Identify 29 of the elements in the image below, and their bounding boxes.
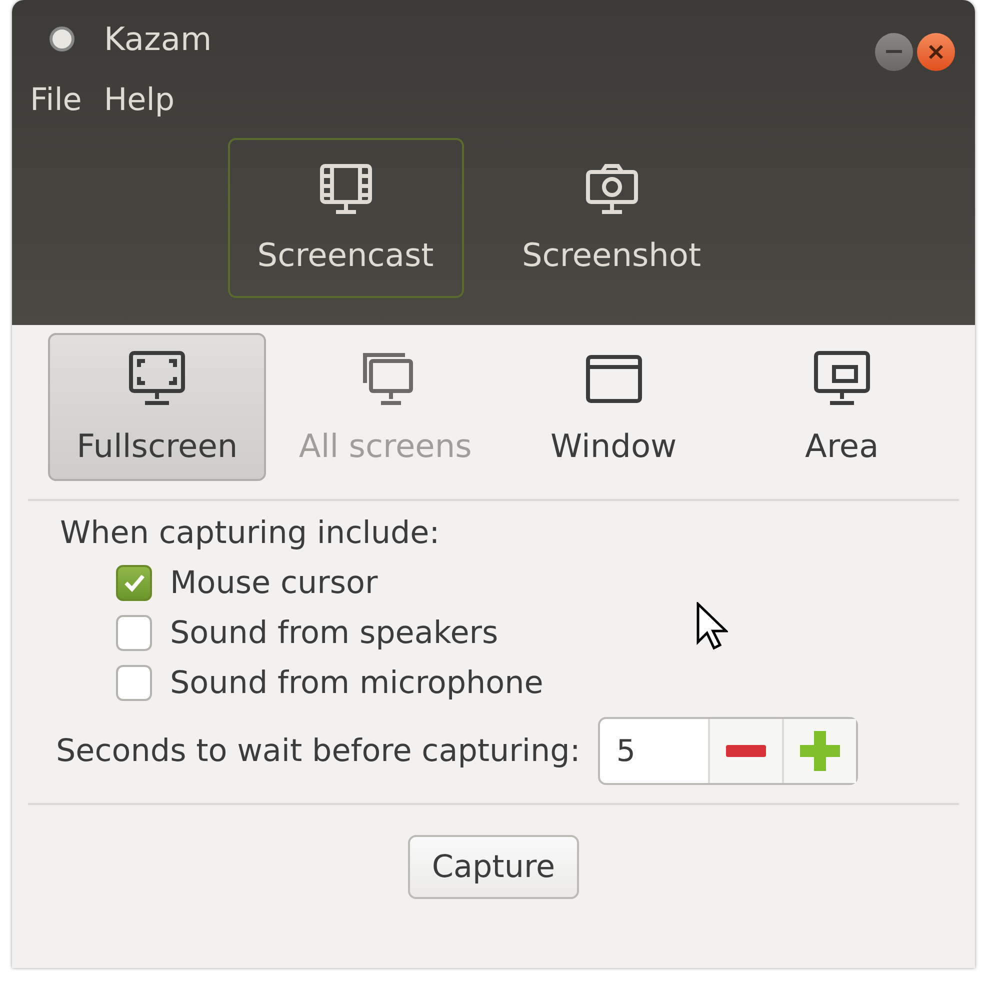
checkbox-label: Mouse cursor	[170, 565, 378, 601]
minimize-button[interactable]	[875, 33, 913, 71]
checkbox-label: Sound from microphone	[170, 665, 544, 701]
capture-button[interactable]: Capture	[408, 835, 580, 899]
delay-input-field[interactable]: 5	[600, 719, 708, 783]
menu-item[interactable]: Help	[104, 82, 175, 118]
close-button[interactable]	[917, 33, 955, 71]
mode-tab[interactable]: Screenshot	[494, 138, 730, 298]
checkbox[interactable]	[116, 665, 152, 701]
mouse-pointer-icon	[696, 602, 728, 652]
delay-label: Seconds to wait before capturing:	[56, 733, 580, 769]
delay-spin-field[interactable]: 5	[598, 717, 858, 785]
increment-button[interactable]	[782, 719, 856, 783]
app-dot-icon	[48, 25, 76, 53]
source-tab[interactable]: Area	[732, 333, 951, 481]
window-title: Kazam	[104, 20, 212, 58]
minus-icon	[726, 744, 766, 758]
include-label: When capturing include:	[60, 515, 441, 551]
decrement-button[interactable]	[708, 719, 782, 783]
close-icon	[928, 44, 944, 60]
source-tab[interactable]: Window	[504, 333, 723, 481]
source-tab[interactable]: Fullscreen	[48, 333, 266, 481]
checkbox[interactable]	[116, 615, 152, 651]
checkbox-label: Sound from speakers	[170, 615, 498, 651]
plus-icon	[800, 731, 840, 771]
menu-item[interactable]: File	[30, 82, 82, 118]
minimize-icon	[886, 50, 902, 54]
mode-tab[interactable]: Screencast	[228, 138, 464, 298]
checkbox[interactable]	[116, 565, 152, 601]
